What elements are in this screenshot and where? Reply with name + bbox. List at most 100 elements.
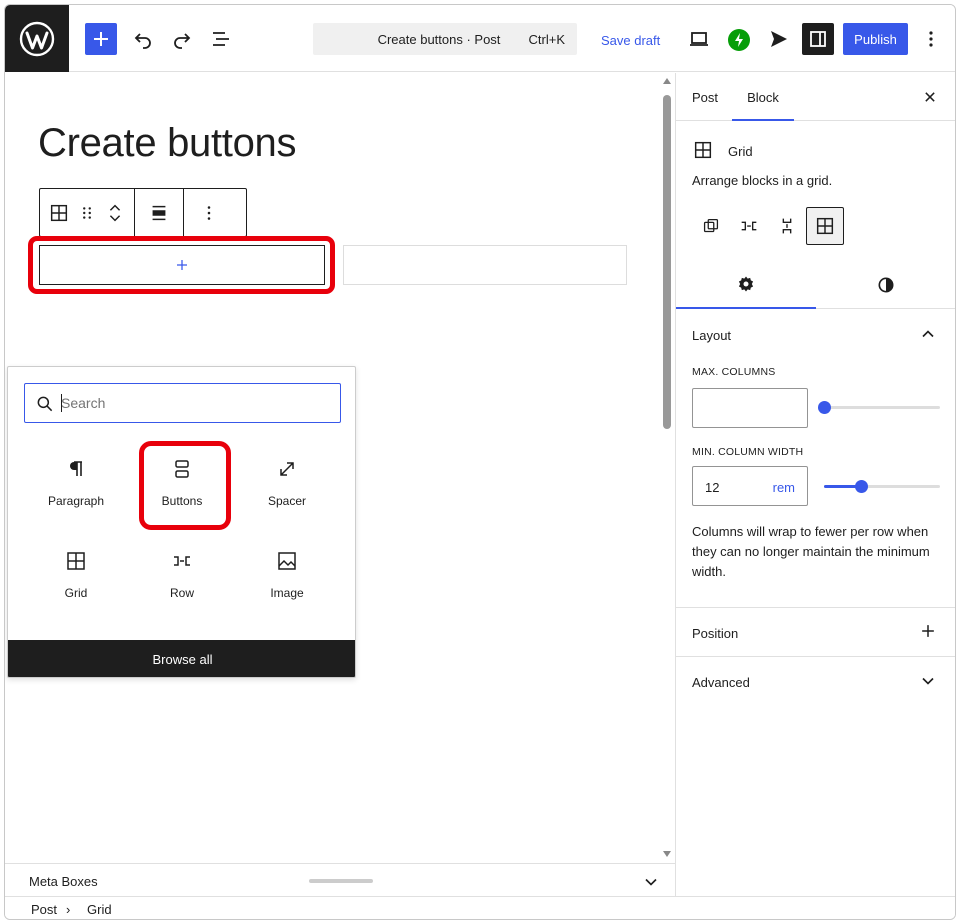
block-type-button[interactable] <box>44 189 74 236</box>
breadcrumb-item-grid[interactable]: Grid <box>87 902 112 917</box>
block-option-label: Grid <box>64 586 88 600</box>
scrollbar-thumb[interactable] <box>663 95 671 429</box>
undo-button[interactable] <box>127 23 159 55</box>
more-vertical-icon <box>207 205 211 220</box>
list-view-icon <box>213 32 229 46</box>
breadcrumb-item-post[interactable]: Post <box>31 902 57 917</box>
plus-icon[interactable] <box>918 621 938 641</box>
browse-all-button[interactable]: Browse all <box>8 640 355 677</box>
grid-icon <box>50 204 68 221</box>
chevron-down-icon[interactable] <box>918 671 938 691</box>
settings-sidebar: Post Block Grid Arrange blocks in a grid… <box>675 73 955 896</box>
redo-button[interactable] <box>166 23 198 55</box>
redo-icon <box>174 33 191 49</box>
sidebar-tabs: Post Block <box>676 73 955 121</box>
editor-window: Create buttons · Post Ctrl+K Save draft … <box>4 4 956 920</box>
editor-header: Create buttons · Post Ctrl+K Save draft … <box>5 5 955 72</box>
block-option-row[interactable]: Row <box>132 535 232 615</box>
layout-help-text: Columns will wrap to fewer per row when … <box>692 524 930 579</box>
block-card-description: Arrange blocks in a grid. <box>692 173 833 188</box>
resize-handle[interactable] <box>309 879 373 883</box>
save-draft-button[interactable]: Save draft <box>601 33 660 48</box>
grid-cell-empty[interactable] <box>343 245 627 285</box>
max-columns-slider[interactable] <box>824 406 940 409</box>
variation-row-button[interactable] <box>730 207 768 245</box>
settings-sidebar-toggle[interactable] <box>802 23 834 55</box>
group-icon <box>703 218 719 233</box>
min-column-width-label: MIN. COLUMN WIDTH <box>692 446 804 458</box>
min-column-width-input[interactable]: 12 rem <box>692 466 808 506</box>
keyboard-shortcut: Ctrl+K <box>528 32 565 47</box>
inspector-sub-tabs <box>676 261 955 309</box>
stack-icon <box>782 218 792 234</box>
options-menu-button[interactable] <box>915 23 947 55</box>
move-up-down-button[interactable] <box>100 189 130 236</box>
advanced-panel-title[interactable]: Advanced <box>692 675 750 690</box>
send-button[interactable] <box>763 23 795 55</box>
spacer-icon <box>280 462 294 476</box>
image-icon <box>278 552 296 570</box>
tab-post[interactable]: Post <box>692 90 718 105</box>
preview-device-button[interactable] <box>683 23 715 55</box>
variation-stack-button[interactable] <box>768 207 806 245</box>
plus-icon <box>94 32 108 46</box>
block-toolbar <box>39 188 247 237</box>
chevron-down-icon[interactable] <box>641 872 661 892</box>
chevron-up-icon[interactable] <box>918 324 938 344</box>
variation-group-button[interactable] <box>692 207 730 245</box>
jetpack-icon <box>735 33 743 47</box>
tab-settings[interactable] <box>676 261 816 309</box>
block-toolbar-group-more <box>184 189 234 236</box>
variation-grid-button[interactable] <box>806 207 844 245</box>
min-column-width-slider-thumb[interactable] <box>855 480 868 493</box>
block-inserter-toggle-button[interactable] <box>85 23 117 55</box>
layout-panel-title[interactable]: Layout <box>692 328 731 343</box>
meta-boxes-label: Meta Boxes <box>29 874 98 889</box>
row-icon <box>174 556 190 566</box>
editor-canvas: Create buttons Search Paragraph Buttons … <box>5 73 675 862</box>
panel-divider <box>676 607 955 608</box>
position-panel-title[interactable]: Position <box>692 626 738 641</box>
close-icon[interactable] <box>920 87 940 107</box>
block-option-spacer[interactable]: Spacer <box>237 443 337 523</box>
publish-button[interactable]: Publish <box>843 23 908 55</box>
block-option-label: Image <box>270 586 304 600</box>
search-icon <box>37 396 53 412</box>
block-option-label: Spacer <box>267 494 307 508</box>
search-input[interactable] <box>61 393 331 413</box>
undo-icon <box>134 33 151 49</box>
scroll-down-arrow[interactable] <box>663 851 671 857</box>
command-palette-bar[interactable]: Create buttons · Post Ctrl+K <box>313 23 577 55</box>
drag-handle[interactable] <box>74 189 100 236</box>
canvas-scrollbar[interactable] <box>661 73 673 862</box>
quick-inserter-popover: Paragraph Buttons Spacer Grid Row Image <box>7 366 356 678</box>
document-overview-button[interactable] <box>205 23 237 55</box>
more-vertical-icon <box>929 31 933 47</box>
unit-select[interactable]: rem <box>773 480 795 495</box>
wordpress-logo-button[interactable] <box>5 5 69 72</box>
text-caret <box>61 394 62 412</box>
max-columns-input[interactable] <box>692 388 808 428</box>
block-option-paragraph[interactable]: Paragraph <box>26 443 126 523</box>
block-option-label: Row <box>169 586 194 600</box>
sidebar-icon <box>810 31 826 47</box>
meta-boxes-bar[interactable]: Meta Boxes <box>5 863 675 896</box>
min-column-width-value: 12 <box>705 480 720 495</box>
highlight-annotation <box>139 441 231 530</box>
max-columns-slider-thumb[interactable] <box>818 401 831 414</box>
post-title[interactable]: Create buttons <box>38 121 296 166</box>
gear-icon <box>738 276 754 292</box>
block-option-grid[interactable]: Grid <box>26 535 126 615</box>
jetpack-button[interactable] <box>728 29 750 51</box>
scroll-up-arrow[interactable] <box>663 78 671 84</box>
tab-styles[interactable] <box>816 261 955 309</box>
tab-block[interactable]: Block <box>732 73 794 121</box>
align-button[interactable] <box>144 189 174 236</box>
inserter-search-box[interactable] <box>24 383 341 423</box>
grid-icon <box>694 141 712 159</box>
drag-handle-icon <box>83 206 91 219</box>
block-option-image[interactable]: Image <box>237 535 337 615</box>
block-options-button[interactable] <box>194 189 224 236</box>
block-card-title: Grid <box>728 144 753 159</box>
chevron-up-down-icon <box>109 204 121 221</box>
